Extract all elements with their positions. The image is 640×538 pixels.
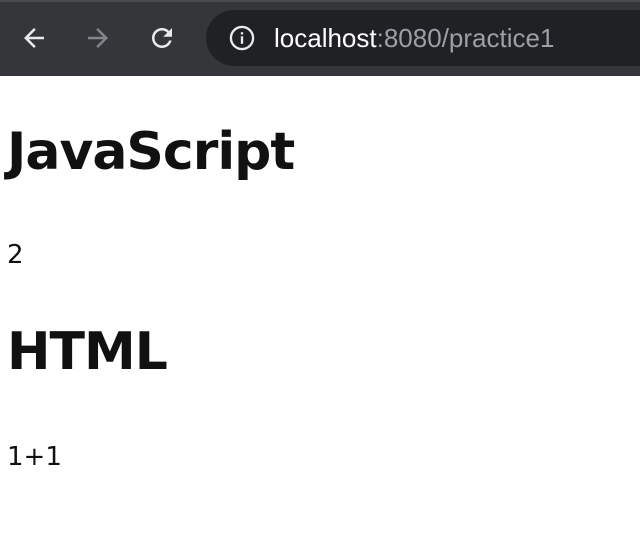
- heading-html: HTML: [7, 322, 168, 382]
- page-content: JavaScript 2 HTML 1+1: [0, 76, 640, 538]
- reload-button[interactable]: [142, 18, 182, 58]
- reload-icon: [152, 28, 172, 48]
- forward-arrow-icon: [88, 28, 108, 48]
- url-host: localhost: [274, 23, 377, 53]
- forward-button[interactable]: [78, 18, 118, 58]
- browser-toolbar: localhost:8080/practice1: [0, 0, 640, 76]
- back-button[interactable]: [14, 18, 54, 58]
- back-arrow-icon: [24, 28, 44, 48]
- info-icon[interactable]: [228, 24, 256, 52]
- address-bar[interactable]: localhost:8080/practice1: [206, 10, 640, 66]
- heading-javascript: JavaScript: [7, 122, 295, 182]
- paragraph-html-value: 1+1: [7, 442, 62, 472]
- url-path: :8080/practice1: [376, 23, 555, 53]
- paragraph-javascript-value: 2: [7, 240, 24, 270]
- url-text[interactable]: localhost:8080/practice1: [274, 22, 554, 54]
- toolbar-top-edge: [0, 0, 640, 2]
